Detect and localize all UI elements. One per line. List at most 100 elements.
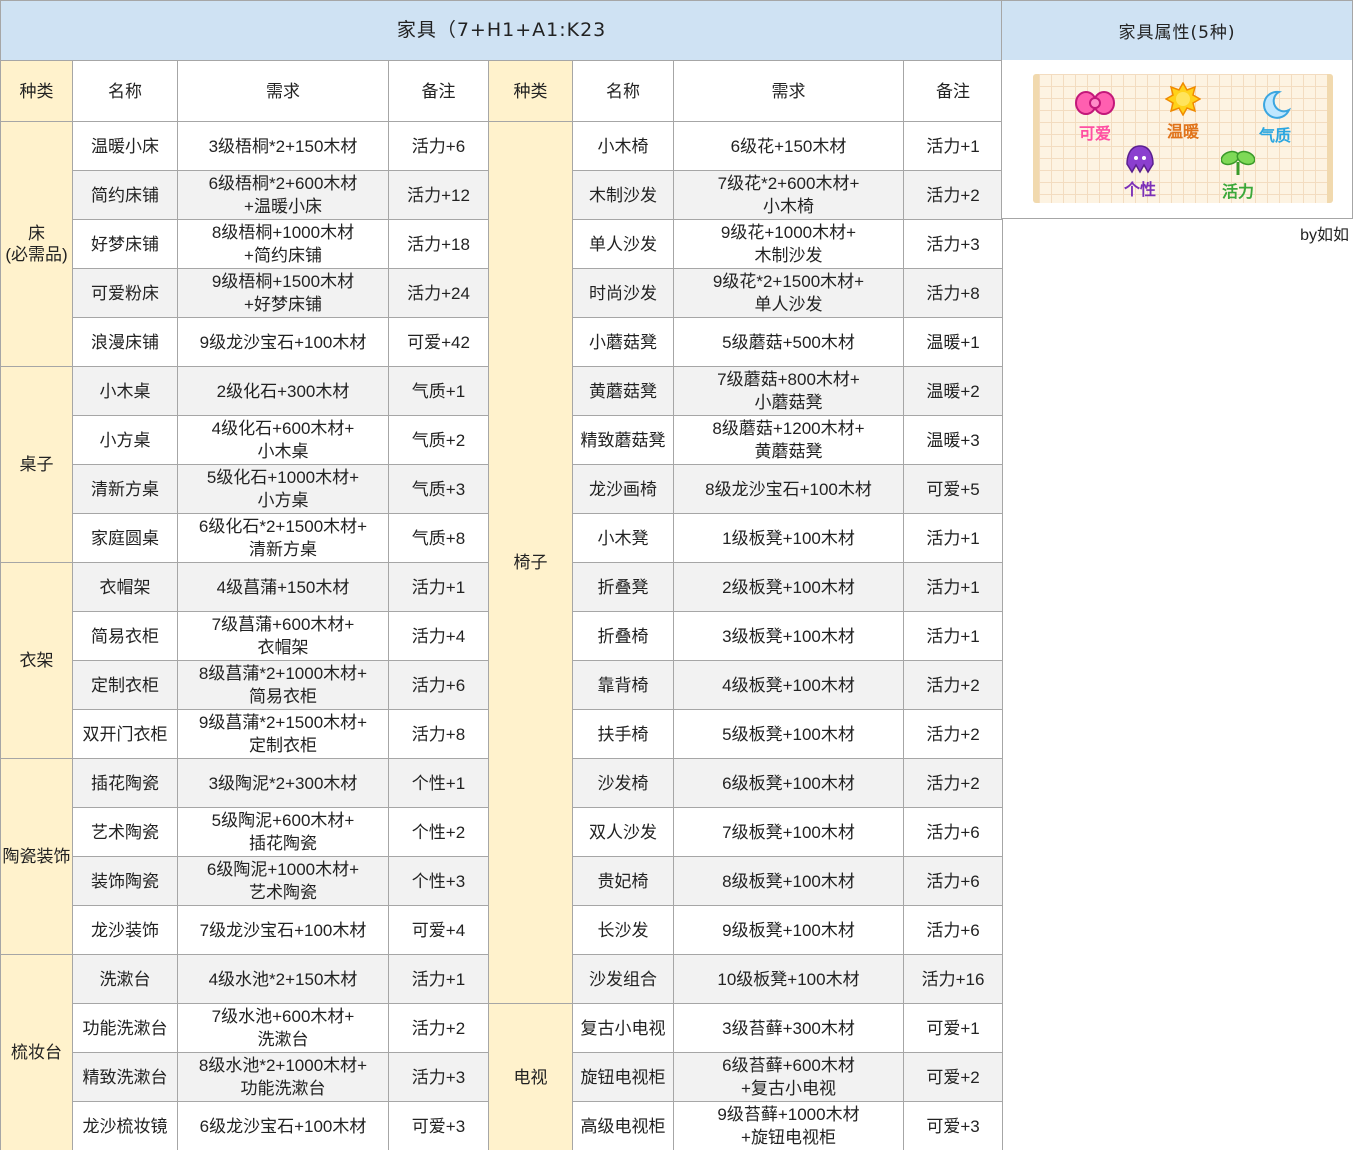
item-name-l[interactable]: 清新方桌: [72, 464, 178, 514]
item-name-r[interactable]: 黄蘑菇凳: [572, 366, 674, 416]
item-requirement-r[interactable]: 6级花+150木材: [673, 121, 904, 171]
item-name-r[interactable]: 小木凳: [572, 513, 674, 563]
column-header-left-1[interactable]: 名称: [72, 60, 178, 122]
column-header-right-1[interactable]: 名称: [572, 60, 674, 122]
item-requirement-r[interactable]: 1级板凳+100木材: [673, 513, 904, 563]
item-requirement-l[interactable]: 9级梧桐+1500木材 +好梦床铺: [177, 268, 389, 318]
category-ceramic[interactable]: 陶瓷装饰: [0, 758, 73, 955]
item-requirement-l[interactable]: 6级梧桐*2+600木材 +温暖小床: [177, 170, 389, 220]
item-note-r[interactable]: 温暖+1: [902, 317, 1004, 367]
item-requirement-l[interactable]: 5级陶泥+600木材+ 插花陶瓷: [177, 807, 389, 857]
category-hanger[interactable]: 衣架: [0, 562, 73, 759]
item-note-l[interactable]: 活力+24: [388, 268, 489, 318]
item-requirement-r[interactable]: 9级苔藓+1000木材 +旋钮电视柜: [673, 1101, 904, 1150]
item-note-r[interactable]: 活力+1: [902, 513, 1004, 563]
column-header-left-2[interactable]: 需求: [177, 60, 389, 122]
item-name-r[interactable]: 复古小电视: [572, 1003, 674, 1053]
category-bed[interactable]: 床 (必需品): [0, 121, 73, 367]
item-requirement-r[interactable]: 9级花*2+1500木材+ 单人沙发: [673, 268, 904, 318]
item-name-l[interactable]: 衣帽架: [72, 562, 178, 612]
item-requirement-l[interactable]: 8级水池*2+1000木材+ 功能洗漱台: [177, 1052, 389, 1102]
item-requirement-l[interactable]: 7级水池+600木材+ 洗漱台: [177, 1003, 389, 1053]
sheet-title[interactable]: 家具（7+H1+A1:K23: [0, 0, 1004, 61]
item-requirement-l[interactable]: 9级菖蒲*2+1500木材+ 定制衣柜: [177, 709, 389, 759]
item-note-r[interactable]: 活力+8: [902, 268, 1004, 318]
item-note-r[interactable]: 活力+1: [902, 121, 1004, 171]
item-requirement-l[interactable]: 2级化石+300木材: [177, 366, 389, 416]
item-note-r[interactable]: 活力+16: [902, 954, 1004, 1004]
item-note-r[interactable]: 可爱+5: [902, 464, 1004, 514]
item-name-l[interactable]: 功能洗漱台: [72, 1003, 178, 1053]
item-note-r[interactable]: 可爱+1: [902, 1003, 1004, 1053]
item-note-l[interactable]: 活力+18: [388, 219, 489, 269]
item-note-r[interactable]: 活力+1: [902, 611, 1004, 661]
item-requirement-l[interactable]: 6级龙沙宝石+100木材: [177, 1101, 389, 1150]
item-name-l[interactable]: 定制衣柜: [72, 660, 178, 710]
item-name-l[interactable]: 小方桌: [72, 415, 178, 465]
item-requirement-l[interactable]: 7级龙沙宝石+100木材: [177, 905, 389, 955]
item-note-l[interactable]: 活力+4: [388, 611, 489, 661]
item-name-l[interactable]: 洗漱台: [72, 954, 178, 1004]
item-requirement-r[interactable]: 6级苔藓+600木材 +复古小电视: [673, 1052, 904, 1102]
item-note-r[interactable]: 活力+6: [902, 856, 1004, 906]
item-name-r[interactable]: 长沙发: [572, 905, 674, 955]
item-name-r[interactable]: 单人沙发: [572, 219, 674, 269]
item-note-l[interactable]: 活力+12: [388, 170, 489, 220]
item-requirement-l[interactable]: 7级菖蒲+600木材+ 衣帽架: [177, 611, 389, 661]
item-name-r[interactable]: 沙发椅: [572, 758, 674, 808]
item-note-l[interactable]: 气质+2: [388, 415, 489, 465]
item-name-l[interactable]: 龙沙梳妆镜: [72, 1101, 178, 1150]
category-chair[interactable]: 椅子: [488, 121, 573, 1004]
item-note-r[interactable]: 活力+6: [902, 905, 1004, 955]
item-note-l[interactable]: 个性+3: [388, 856, 489, 906]
item-name-r[interactable]: 靠背椅: [572, 660, 674, 710]
item-requirement-l[interactable]: 6级陶泥+1000木材+ 艺术陶瓷: [177, 856, 389, 906]
item-note-l[interactable]: 活力+8: [388, 709, 489, 759]
item-name-l[interactable]: 艺术陶瓷: [72, 807, 178, 857]
item-note-r[interactable]: 活力+2: [902, 660, 1004, 710]
item-requirement-r[interactable]: 8级板凳+100木材: [673, 856, 904, 906]
item-name-l[interactable]: 浪漫床铺: [72, 317, 178, 367]
item-requirement-r[interactable]: 7级蘑菇+800木材+ 小蘑菇凳: [673, 366, 904, 416]
item-requirement-r[interactable]: 7级花*2+600木材+ 小木椅: [673, 170, 904, 220]
item-requirement-l[interactable]: 4级化石+600木材+ 小木桌: [177, 415, 389, 465]
item-requirement-l[interactable]: 8级菖蒲*2+1000木材+ 简易衣柜: [177, 660, 389, 710]
item-name-l[interactable]: 简约床铺: [72, 170, 178, 220]
item-name-l[interactable]: 家庭圆桌: [72, 513, 178, 563]
column-header-right-3[interactable]: 备注: [902, 60, 1004, 122]
category-dresser[interactable]: 梳妆台: [0, 954, 73, 1150]
item-name-r[interactable]: 木制沙发: [572, 170, 674, 220]
item-requirement-r[interactable]: 8级蘑菇+1200木材+ 黄蘑菇凳: [673, 415, 904, 465]
item-name-l[interactable]: 精致洗漱台: [72, 1052, 178, 1102]
item-note-r[interactable]: 活力+2: [902, 170, 1004, 220]
item-note-r[interactable]: 可爱+3: [902, 1101, 1004, 1150]
item-name-r[interactable]: 沙发组合: [572, 954, 674, 1004]
item-note-l[interactable]: 可爱+3: [388, 1101, 489, 1150]
item-note-l[interactable]: 活力+6: [388, 660, 489, 710]
item-name-l[interactable]: 好梦床铺: [72, 219, 178, 269]
column-header-left-0[interactable]: 种类: [0, 60, 73, 122]
item-note-l[interactable]: 活力+1: [388, 562, 489, 612]
item-requirement-r[interactable]: 4级板凳+100木材: [673, 660, 904, 710]
item-requirement-r[interactable]: 10级板凳+100木材: [673, 954, 904, 1004]
item-note-l[interactable]: 活力+3: [388, 1052, 489, 1102]
item-note-l[interactable]: 活力+6: [388, 121, 489, 171]
item-requirement-r[interactable]: 7级板凳+100木材: [673, 807, 904, 857]
item-name-r[interactable]: 扶手椅: [572, 709, 674, 759]
item-requirement-l[interactable]: 5级化石+1000木材+ 小方桌: [177, 464, 389, 514]
item-name-r[interactable]: 时尚沙发: [572, 268, 674, 318]
item-requirement-r[interactable]: 3级苔藓+300木材: [673, 1003, 904, 1053]
item-name-l[interactable]: 小木桌: [72, 366, 178, 416]
category-table[interactable]: 桌子: [0, 366, 73, 563]
item-note-l[interactable]: 气质+1: [388, 366, 489, 416]
item-note-r[interactable]: 可爱+2: [902, 1052, 1004, 1102]
item-requirement-l[interactable]: 8级梧桐+1000木材 +简约床铺: [177, 219, 389, 269]
item-requirement-r[interactable]: 2级板凳+100木材: [673, 562, 904, 612]
item-requirement-l[interactable]: 3级梧桐*2+150木材: [177, 121, 389, 171]
item-note-l[interactable]: 可爱+4: [388, 905, 489, 955]
item-requirement-r[interactable]: 9级板凳+100木材: [673, 905, 904, 955]
item-note-r[interactable]: 温暖+3: [902, 415, 1004, 465]
item-note-r[interactable]: 活力+2: [902, 709, 1004, 759]
item-name-r[interactable]: 旋钮电视柜: [572, 1052, 674, 1102]
item-requirement-r[interactable]: 5级蘑菇+500木材: [673, 317, 904, 367]
